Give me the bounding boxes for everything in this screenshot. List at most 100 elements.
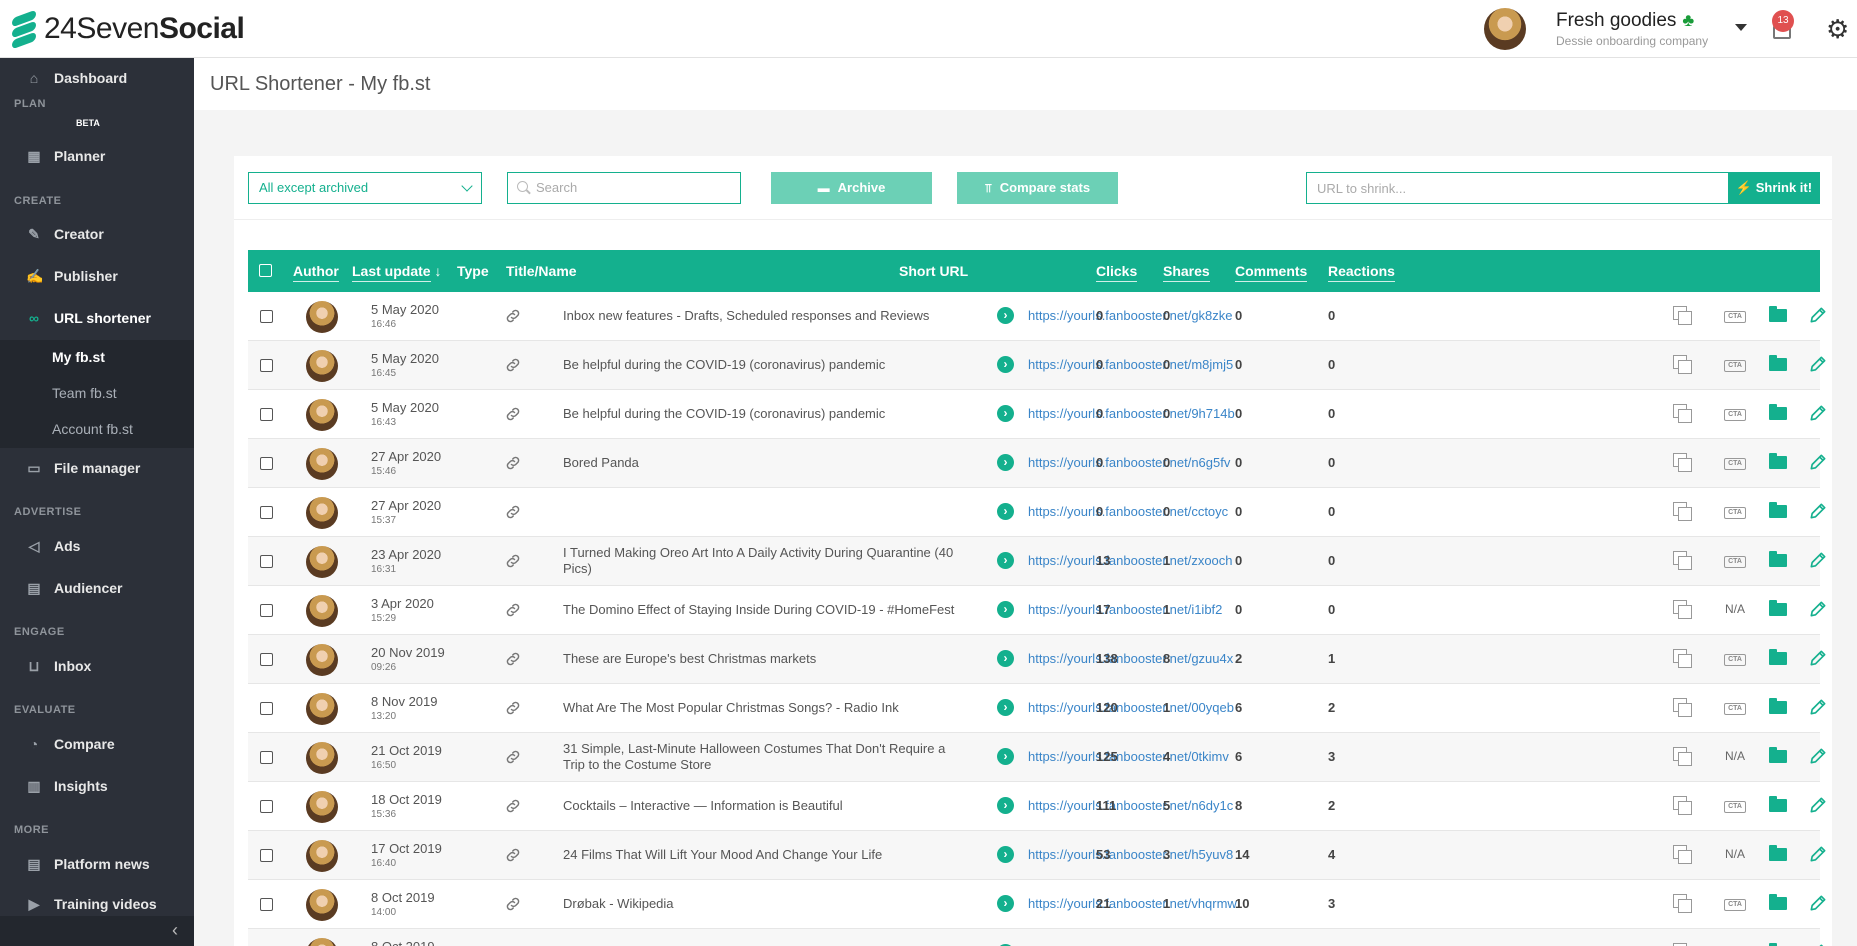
archive-folder-icon[interactable] (1769, 747, 1787, 763)
table-row[interactable]: 5 May 2020 16:45 Be helpful during the COV… (248, 341, 1826, 390)
open-link-icon[interactable]: › (997, 846, 1014, 863)
sidebar-item-publisher[interactable]: ✍ Publisher (0, 258, 194, 294)
short-url-link[interactable]: https://yourls.fanbooster.net/gk8zke (1028, 308, 1233, 323)
archive-folder-icon[interactable] (1769, 355, 1787, 371)
pencil-icon[interactable] (1808, 305, 1828, 325)
open-link-icon[interactable]: › (997, 356, 1014, 373)
table-row[interactable]: 21 Oct 2019 16:50 31 Simple, Last-Minute H… (248, 733, 1826, 782)
notification-badge[interactable]: 13 (1772, 10, 1794, 32)
row-checkbox[interactable] (260, 849, 273, 862)
cta-icon[interactable]: CTA (1724, 899, 1746, 911)
pencil-icon[interactable] (1808, 893, 1828, 913)
archive-folder-icon[interactable] (1769, 649, 1787, 665)
app-logo[interactable]: 24SevenSocial (10, 9, 245, 50)
row-checkbox[interactable] (260, 457, 273, 470)
sidebar-item-audiencer[interactable]: ▤ Audiencer (0, 570, 194, 606)
account-switcher[interactable]: Fresh goodies ♣ Dessie onboarding company (1484, 8, 1708, 50)
archive-folder-icon[interactable] (1769, 306, 1787, 322)
chevron-down-icon[interactable] (1735, 24, 1747, 31)
cta-icon[interactable]: CTA (1724, 311, 1746, 323)
subnav-my-fbst[interactable]: My fb.st (52, 349, 105, 365)
account-avatar[interactable] (1484, 8, 1526, 50)
short-url-link[interactable]: https://yourls.fanbooster.net/9h714b (1028, 406, 1235, 421)
open-link-icon[interactable]: › (997, 454, 1014, 471)
short-url-link[interactable]: https://yourls.fanbooster.net/vhqrmw (1028, 896, 1237, 911)
copy-icon[interactable] (1673, 551, 1693, 571)
row-checkbox[interactable] (260, 310, 273, 323)
open-link-icon[interactable]: › (997, 797, 1014, 814)
open-link-icon[interactable]: › (997, 503, 1014, 520)
pencil-icon[interactable] (1808, 844, 1828, 864)
sidebar-item-compare[interactable]: ◔ Compare (0, 726, 194, 762)
shrink-button[interactable]: ⚡ Shrink it! (1728, 172, 1820, 204)
col-clicks[interactable]: Clicks (1096, 263, 1138, 282)
archive-folder-icon[interactable] (1769, 600, 1787, 616)
pencil-icon[interactable] (1808, 403, 1828, 423)
archive-folder-icon[interactable] (1769, 453, 1787, 469)
col-reactions[interactable]: Reactions (1328, 263, 1395, 282)
row-checkbox[interactable] (260, 702, 273, 715)
pencil-icon[interactable] (1808, 648, 1828, 668)
archive-folder-icon[interactable] (1769, 894, 1787, 910)
row-checkbox[interactable] (260, 604, 273, 617)
compare-stats-button[interactable]: ⫪ Compare stats (957, 172, 1118, 204)
col-comments[interactable]: Comments (1235, 263, 1308, 282)
copy-icon[interactable] (1673, 453, 1693, 473)
filter-select[interactable]: All except archived (248, 172, 482, 204)
row-checkbox[interactable] (260, 898, 273, 911)
subnav-team-fbst[interactable]: Team fb.st (52, 385, 117, 401)
table-row[interactable]: 8 Oct 2019Update Your Browser | Facebook… (248, 929, 1824, 946)
cta-icon[interactable]: CTA (1724, 360, 1746, 372)
cta-icon[interactable]: CTA (1724, 801, 1746, 813)
open-link-icon[interactable]: › (997, 601, 1014, 618)
row-checkbox[interactable] (260, 506, 273, 519)
pencil-icon[interactable] (1808, 697, 1828, 717)
copy-icon[interactable] (1673, 845, 1693, 865)
short-url-link[interactable]: https://yourls.fanbooster.net/h5yuv8 (1028, 847, 1233, 862)
cta-icon[interactable]: CTA (1724, 409, 1746, 421)
copy-icon[interactable] (1673, 355, 1693, 375)
cta-icon[interactable]: CTA (1724, 507, 1746, 519)
subnav-account-fbst[interactable]: Account fb.st (52, 421, 133, 437)
pencil-icon[interactable] (1808, 942, 1828, 946)
copy-icon[interactable] (1673, 894, 1693, 914)
search-input[interactable] (536, 173, 736, 201)
short-url-link[interactable]: https://yourls.fanbooster.net/cctoyc (1028, 504, 1228, 519)
archive-folder-icon[interactable] (1769, 404, 1787, 420)
row-checkbox[interactable] (260, 555, 273, 568)
short-url-link[interactable]: https://yourls.fanbooster.net/zxooch (1028, 553, 1233, 568)
short-url-link[interactable]: https://yourls.fanbooster.net/m8jmj5 (1028, 357, 1233, 372)
open-link-icon[interactable]: › (997, 552, 1014, 569)
collapse-sidebar-icon[interactable]: ‹ (172, 920, 178, 941)
copy-icon[interactable] (1673, 404, 1693, 424)
pencil-icon[interactable] (1808, 746, 1828, 766)
copy-icon[interactable] (1673, 698, 1693, 718)
pencil-icon[interactable] (1808, 795, 1828, 815)
cta-icon[interactable]: CTA (1724, 458, 1746, 470)
table-row[interactable]: 8 Nov 2019 13:20 What Are The Most Popular… (248, 684, 1826, 733)
table-row[interactable]: 3 Apr 2020 15:29 The Domino Effect of Stay… (248, 586, 1826, 635)
col-author[interactable]: Author (293, 263, 339, 282)
gear-icon[interactable]: ⚙ (1826, 16, 1849, 42)
table-row[interactable]: 8 Oct 2019 14:00 Drøbak - Wikipedia › https:… (248, 880, 1826, 929)
table-row[interactable]: 23 Apr 2020 16:31 I Turned Making Oreo Art… (248, 537, 1826, 586)
sidebar-item-insights[interactable]: ▥ Insights (0, 768, 194, 804)
short-url-link[interactable]: https://yourls.fanbooster.net/0tkimv (1028, 749, 1229, 764)
row-checkbox[interactable] (260, 751, 273, 764)
short-url-link[interactable]: https://yourls.fanbooster.net/i1ibf2 (1028, 602, 1222, 617)
short-url-link[interactable]: https://yourls.fanbooster.net/n6dy1c (1028, 798, 1233, 813)
pencil-icon[interactable] (1808, 501, 1828, 521)
sidebar-item-ads[interactable]: ◁ Ads (0, 528, 194, 564)
table-row[interactable]: 27 Apr 2020 15:37 › https://yourls.fanboost… (248, 488, 1826, 537)
pencil-icon[interactable] (1808, 354, 1828, 374)
copy-icon[interactable] (1673, 747, 1693, 767)
open-link-icon[interactable]: › (997, 895, 1014, 912)
archive-folder-icon[interactable] (1769, 796, 1787, 812)
row-checkbox[interactable] (260, 800, 273, 813)
archive-folder-icon[interactable] (1769, 502, 1787, 518)
sidebar-item-planner[interactable]: ▦ Planner (0, 138, 194, 174)
sidebar-item-creator[interactable]: ✎ Creator (0, 216, 194, 252)
pencil-icon[interactable] (1808, 452, 1828, 472)
open-link-icon[interactable]: › (997, 307, 1014, 324)
copy-icon[interactable] (1673, 306, 1693, 326)
